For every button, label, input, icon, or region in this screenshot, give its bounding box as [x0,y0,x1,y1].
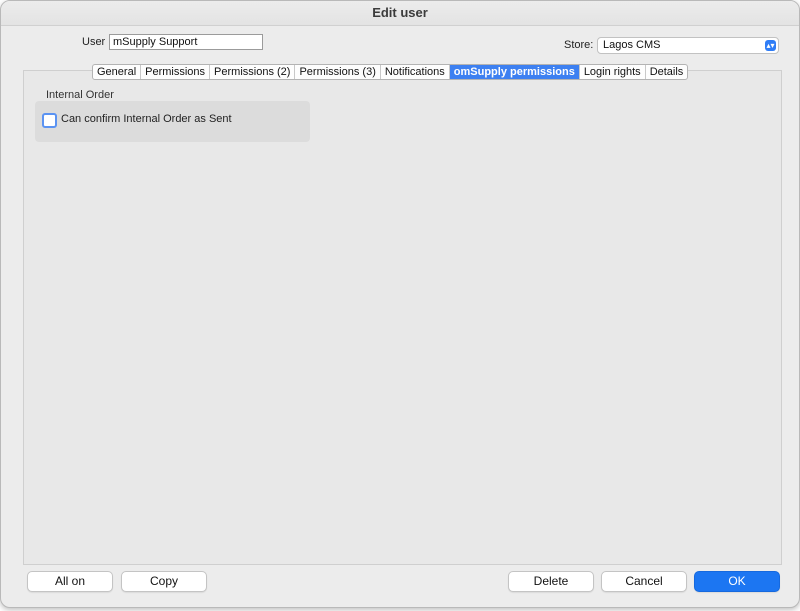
store-select-value: Lagos CMS [603,39,661,51]
confirm-internal-order-label: Can confirm Internal Order as Sent [61,113,232,125]
tab-omsupply-permissions[interactable]: omSupply permissions [449,65,580,79]
edit-user-window: Edit user User mSupply Support Store: La… [0,0,800,608]
tab-permissions[interactable]: Permissions [141,65,211,79]
tab-details[interactable]: Details [646,65,688,79]
tab-notifications[interactable]: Notifications [381,65,450,79]
tab-general[interactable]: General [93,65,142,79]
all-on-button[interactable]: All on [27,571,113,592]
tab-login-rights[interactable]: Login rights [580,65,646,79]
window-title: Edit user [1,1,799,26]
tab-permissions-2[interactable]: Permissions (2) [210,65,296,79]
cancel-button[interactable]: Cancel [601,571,687,592]
copy-button[interactable]: Copy [121,571,207,592]
store-label: Store: [564,39,594,51]
tab-bar: General Permissions Permissions (2) Perm… [92,64,689,80]
tab-permissions-3[interactable]: Permissions (3) [295,65,381,79]
store-select[interactable]: Lagos CMS ▴▾ [597,37,779,54]
delete-button[interactable]: Delete [508,571,594,592]
user-label: User [82,36,106,48]
tab-panel [23,70,782,565]
confirm-internal-order-checkbox[interactable] [42,113,57,128]
ok-button[interactable]: OK [694,571,780,592]
user-field[interactable]: mSupply Support [109,34,263,50]
group-title-internal-order: Internal Order [46,89,114,101]
chevron-updown-icon: ▴▾ [765,40,776,51]
